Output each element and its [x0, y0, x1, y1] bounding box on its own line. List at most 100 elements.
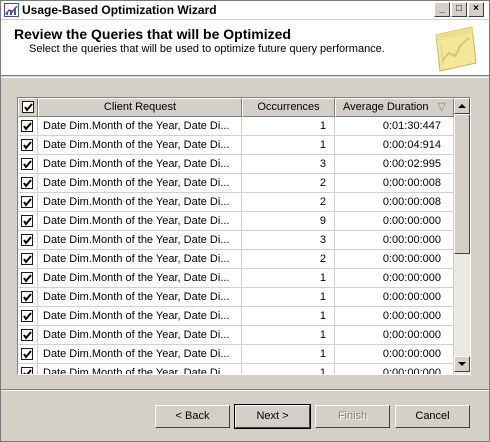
row-checkbox[interactable] — [21, 291, 33, 303]
client-request-cell: Date Dim.Month of the Year, Date Di... — [38, 231, 242, 250]
average-duration-cell: 0:00:00:000 — [335, 307, 454, 326]
row-checkbox[interactable] — [21, 367, 33, 374]
checkmark-icon — [23, 350, 32, 359]
client-request-cell: Date Dim.Month of the Year, Date Di... — [38, 212, 242, 231]
occurrences-cell: 1 — [242, 117, 335, 136]
close-icon: × — [473, 3, 479, 14]
header-select-all[interactable] — [18, 98, 38, 117]
table-row[interactable]: Date Dim.Month of the Year, Date Di... 1 0… — [18, 117, 454, 136]
client-request-cell: Date Dim.Month of the Year, Date Di... — [38, 326, 242, 345]
occurrences-cell: 3 — [242, 231, 335, 250]
checkmark-icon — [23, 198, 32, 207]
client-request-cell: Date Dim.Month of the Year, Date Di... — [38, 307, 242, 326]
maximize-icon: □ — [455, 3, 463, 14]
client-request-cell: Date Dim.Month of the Year, Date Di... — [38, 193, 242, 212]
row-checkbox-cell — [18, 288, 38, 307]
checkmark-icon — [24, 103, 33, 112]
row-checkbox[interactable] — [21, 120, 33, 132]
minimize-button[interactable]: _ — [434, 2, 450, 17]
occurrences-cell: 2 — [242, 250, 335, 269]
row-checkbox[interactable] — [21, 348, 33, 360]
table-row[interactable]: Date Dim.Month of the Year, Date Di... 1 0… — [18, 364, 454, 374]
row-checkbox[interactable] — [21, 329, 33, 341]
title-bar[interactable]: Usage-Based Optimization Wizard _ □ × — [1, 1, 489, 20]
minimize-icon: _ — [439, 3, 445, 14]
average-duration-cell: 0:00:04:914 — [335, 136, 454, 155]
row-checkbox-cell — [18, 174, 38, 193]
table-row[interactable]: Date Dim.Month of the Year, Date Di... 2 0… — [18, 174, 454, 193]
select-all-checkbox[interactable] — [22, 101, 34, 113]
checkmark-icon — [23, 255, 32, 264]
finish-button[interactable]: Finish — [315, 405, 390, 428]
checkmark-icon — [23, 217, 32, 226]
vertical-scrollbar[interactable] — [454, 98, 470, 374]
row-checkbox[interactable] — [21, 158, 33, 170]
table-row[interactable]: Date Dim.Month of the Year, Date Di... 1 0… — [18, 269, 454, 288]
occurrences-cell: 1 — [242, 136, 335, 155]
scrollbar-thumb[interactable] — [454, 114, 470, 254]
average-duration-cell: 0:00:00:000 — [335, 212, 454, 231]
checkmark-icon — [23, 122, 32, 131]
row-checkbox-cell — [18, 136, 38, 155]
row-checkbox-cell — [18, 231, 38, 250]
row-checkbox-cell — [18, 326, 38, 345]
table-row[interactable]: Date Dim.Month of the Year, Date Di... 1 0… — [18, 326, 454, 345]
table-row[interactable]: Date Dim.Month of the Year, Date Di... 9 0… — [18, 212, 454, 231]
scroll-down-button[interactable] — [454, 356, 470, 372]
row-checkbox[interactable] — [21, 253, 33, 265]
average-duration-label: Average Duration — [343, 101, 429, 113]
client-request-cell: Date Dim.Month of the Year, Date Di... — [38, 364, 242, 374]
row-checkbox[interactable] — [21, 272, 33, 284]
occurrences-cell: 1 — [242, 364, 335, 374]
table-row[interactable]: Date Dim.Month of the Year, Date Di... 1 0… — [18, 307, 454, 326]
table-row[interactable]: Date Dim.Month of the Year, Date Di... 1 0… — [18, 288, 454, 307]
wizard-app-icon — [4, 3, 19, 17]
row-checkbox[interactable] — [21, 196, 33, 208]
next-button[interactable]: Next > — [234, 404, 311, 429]
row-checkbox-cell — [18, 155, 38, 174]
occurrences-cell: 9 — [242, 212, 335, 231]
row-checkbox[interactable] — [21, 215, 33, 227]
row-checkbox-cell — [18, 364, 38, 374]
maximize-button[interactable]: □ — [451, 2, 467, 17]
column-header-occurrences[interactable]: Occurrences — [242, 98, 335, 117]
table-row[interactable]: Date Dim.Month of the Year, Date Di... 2 0… — [18, 193, 454, 212]
row-checkbox-cell — [18, 345, 38, 364]
row-checkbox[interactable] — [21, 310, 33, 322]
occurrences-cell: 1 — [242, 326, 335, 345]
chart-wizard-art-icon — [432, 23, 478, 73]
checkmark-icon — [23, 293, 32, 302]
wizard-header: Review the Queries that will be Optimize… — [1, 20, 489, 76]
scroll-down-arrow-icon — [458, 362, 466, 366]
checkmark-icon — [23, 331, 32, 340]
row-checkbox-cell — [18, 250, 38, 269]
column-header-client-request[interactable]: Client Request — [38, 98, 242, 117]
grid-viewport: Client Request Occurrences Average Durat… — [18, 98, 454, 374]
table-row[interactable]: Date Dim.Month of the Year, Date Di... 3 0… — [18, 155, 454, 174]
row-checkbox-cell — [18, 193, 38, 212]
close-button[interactable]: × — [468, 2, 484, 17]
average-duration-cell: 0:00:00:000 — [335, 326, 454, 345]
client-request-cell: Date Dim.Month of the Year, Date Di... — [38, 250, 242, 269]
table-row[interactable]: Date Dim.Month of the Year, Date Di... 3 0… — [18, 231, 454, 250]
client-request-cell: Date Dim.Month of the Year, Date Di... — [38, 136, 242, 155]
row-checkbox[interactable] — [21, 177, 33, 189]
checkmark-icon — [23, 274, 32, 283]
wizard-window: Usage-Based Optimization Wizard _ □ × Re… — [0, 0, 490, 442]
table-row[interactable]: Date Dim.Month of the Year, Date Di... 2 0… — [18, 250, 454, 269]
row-checkbox[interactable] — [21, 234, 33, 246]
column-header-average-duration[interactable]: Average Duration ▽ — [335, 98, 454, 117]
occurrences-cell: 1 — [242, 345, 335, 364]
row-checkbox-cell — [18, 307, 38, 326]
sort-desc-icon: ▽ — [437, 101, 446, 113]
table-row[interactable]: Date Dim.Month of the Year, Date Di... 1 0… — [18, 136, 454, 155]
queries-grid[interactable]: Client Request Occurrences Average Durat… — [17, 97, 471, 375]
scroll-up-button[interactable] — [454, 98, 470, 114]
header-separator — [1, 77, 489, 78]
row-checkbox[interactable] — [21, 139, 33, 151]
checkmark-icon — [23, 236, 32, 245]
scroll-up-arrow-icon — [458, 104, 466, 108]
back-button[interactable]: < Back — [155, 405, 230, 428]
table-row[interactable]: Date Dim.Month of the Year, Date Di... 1 0… — [18, 345, 454, 364]
cancel-button[interactable]: Cancel — [395, 405, 470, 428]
